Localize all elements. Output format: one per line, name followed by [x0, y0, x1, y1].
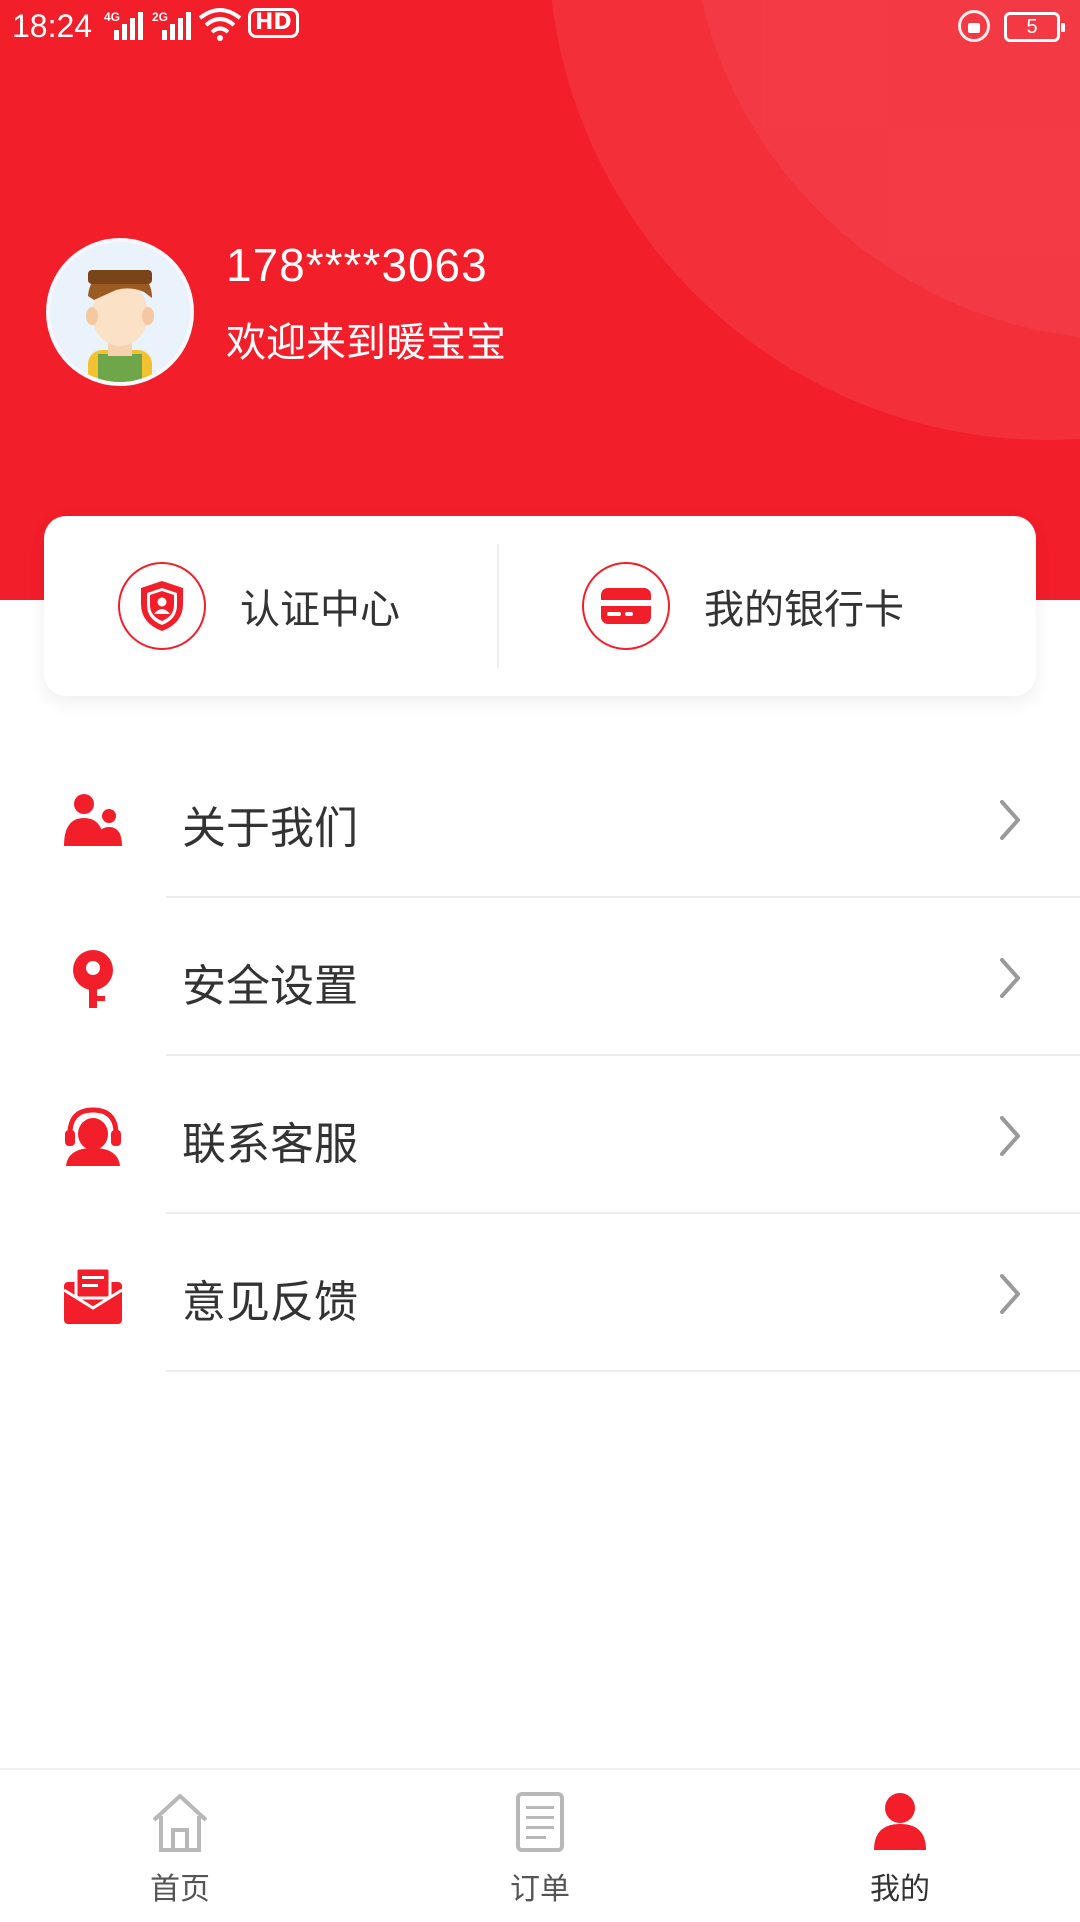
menu-item-about-us[interactable]: 关于我们 [0, 740, 1080, 898]
battery-icon: 5 [1004, 12, 1065, 42]
avatar-illustration [50, 242, 190, 382]
nav-orders[interactable]: 订单 [440, 1770, 640, 1922]
nav-home-label: 首页 [150, 1872, 210, 1907]
users-icon [64, 794, 122, 846]
nav-mine-label: 我的 [870, 1872, 930, 1907]
hd-icon: HD [248, 8, 299, 38]
menu-separator [166, 1370, 1080, 1372]
wifi-icon [198, 8, 242, 41]
menu-label-contact-service: 联系客服 [182, 1119, 358, 1170]
user-phone: 178****3063 [226, 239, 488, 291]
chevron-right-icon [1000, 1274, 1020, 1314]
status-bar: 18:24 4G 2G HD 5 [0, 0, 1080, 56]
nav-home[interactable]: 首页 [80, 1770, 280, 1922]
welcome-text: 欢迎来到暖宝宝 [226, 320, 506, 366]
rotation-lock-icon [958, 10, 990, 42]
headset-icon [65, 1107, 121, 1166]
bank-card-icon [582, 562, 670, 650]
shield-user-icon [118, 562, 206, 650]
menu-item-contact-service[interactable]: 联系客服 [0, 1056, 1080, 1214]
certification-center-button[interactable]: 认证中心 [118, 516, 400, 696]
menu-label-security-settings: 安全设置 [182, 961, 358, 1012]
quick-actions-card: 认证中心 我的银行卡 [44, 516, 1036, 696]
home-icon [152, 1794, 208, 1852]
person-icon [874, 1793, 926, 1850]
menu-item-feedback[interactable]: 意见反馈 [0, 1214, 1080, 1372]
nav-mine[interactable]: 我的 [800, 1770, 1000, 1922]
document-icon [516, 1792, 564, 1852]
chevron-right-icon [1000, 958, 1020, 998]
signal-4g-icon: 4G [104, 10, 144, 40]
menu-item-security-settings[interactable]: 安全设置 [0, 898, 1080, 1056]
status-time: 18:24 [12, 8, 93, 44]
key-icon [73, 950, 113, 1008]
mail-icon [63, 1266, 123, 1324]
my-bank-card-button[interactable]: 我的银行卡 [582, 516, 904, 696]
bottom-navigation: 首页 订单 我的 [0, 1768, 1080, 1922]
quick-divider [497, 544, 499, 668]
avatar[interactable] [46, 238, 194, 386]
certification-center-label: 认证中心 [240, 587, 400, 633]
my-bank-card-label: 我的银行卡 [704, 587, 904, 633]
nav-orders-label: 订单 [510, 1872, 570, 1907]
signal-2g-icon: 2G [152, 10, 192, 40]
chevron-right-icon [1000, 800, 1020, 840]
menu-label-feedback: 意见反馈 [182, 1277, 358, 1328]
chevron-right-icon [1000, 1116, 1020, 1156]
menu-label-about-us: 关于我们 [182, 803, 358, 854]
profile-header: 18:24 4G 2G HD 5 178****3063 欢迎来到暖宝宝 [0, 0, 1080, 600]
